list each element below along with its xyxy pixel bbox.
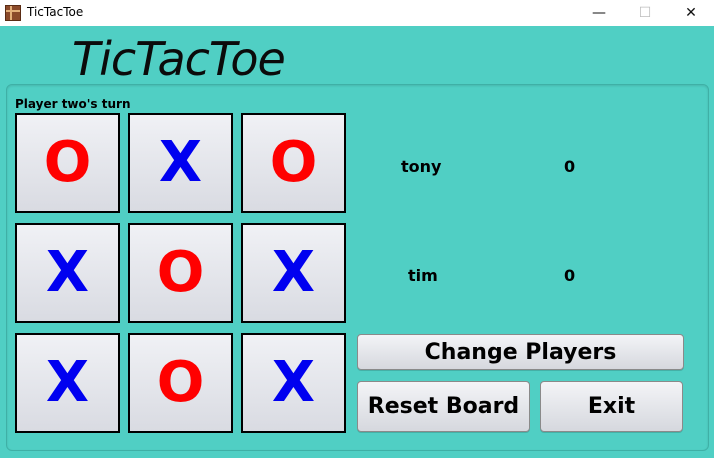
app-icon bbox=[5, 5, 21, 21]
player-two-score: 0 bbox=[564, 266, 576, 285]
board-cell-5[interactable]: O bbox=[128, 223, 233, 323]
close-button[interactable]: ✕ bbox=[668, 0, 714, 26]
board-cell-8[interactable]: O bbox=[128, 333, 233, 433]
minimize-button[interactable]: — bbox=[576, 0, 622, 26]
board-cell-7[interactable]: X bbox=[15, 333, 120, 433]
exit-button[interactable]: Exit bbox=[540, 381, 683, 432]
change-players-button[interactable]: Change Players bbox=[357, 334, 684, 370]
title-bar: TicTacToe — ☐ ✕ bbox=[0, 0, 714, 27]
app-logo: TicTacToe bbox=[72, 32, 286, 86]
board-cell-6[interactable]: X bbox=[241, 223, 346, 323]
reset-board-button[interactable]: Reset Board bbox=[357, 381, 530, 432]
player-one-name: tony bbox=[401, 157, 442, 176]
board-cell-1[interactable]: O bbox=[15, 113, 120, 213]
player-one-score: 0 bbox=[564, 157, 576, 176]
board-cell-3[interactable]: O bbox=[241, 113, 346, 213]
board-cell-9[interactable]: X bbox=[241, 333, 346, 433]
board-cell-2[interactable]: X bbox=[128, 113, 233, 213]
maximize-button[interactable]: ☐ bbox=[622, 0, 668, 26]
player-two-name: tim bbox=[408, 266, 438, 285]
board-cell-4[interactable]: X bbox=[15, 223, 120, 323]
window-title: TicTacToe bbox=[27, 5, 84, 19]
app-client-area: TicTacToe Player two's turn O X O X O X … bbox=[0, 26, 714, 458]
turn-status: Player two's turn bbox=[15, 97, 131, 111]
